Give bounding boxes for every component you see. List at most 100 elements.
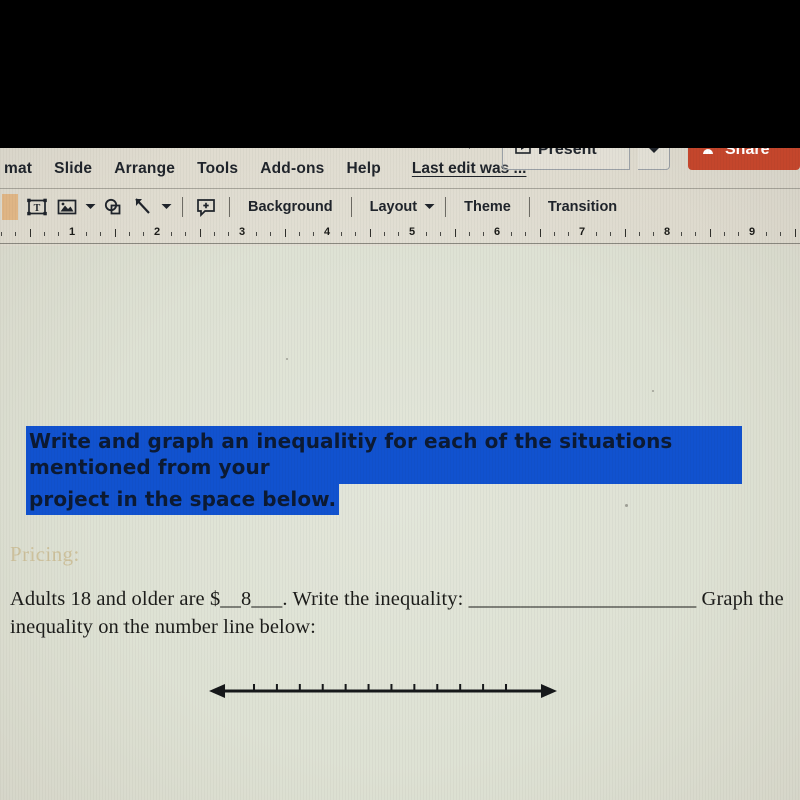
- ruler-tick: [624, 229, 626, 237]
- image-icon[interactable]: [53, 193, 81, 221]
- toolbar-divider: [182, 196, 183, 217]
- ruler-track: 1 2 3 4 5 6 7 8 9: [0, 224, 800, 243]
- ruler-number: 8: [663, 226, 671, 238]
- ruler-tick: [553, 232, 555, 236]
- ruler-tick: [256, 232, 258, 236]
- ruler-tick: [114, 229, 116, 237]
- ruler-tick: [511, 232, 513, 236]
- transition-button[interactable]: Transition: [539, 199, 626, 215]
- toolbar-divider-2: [229, 196, 230, 217]
- ruler-tick: [539, 229, 541, 237]
- ruler-tick: [15, 232, 17, 236]
- menu-item-slide[interactable]: Slide: [43, 156, 103, 182]
- toolbar-divider-5: [528, 196, 530, 217]
- ruler-tick: [227, 232, 229, 236]
- ruler-tick: [638, 232, 640, 236]
- photo-of-screen: mat Slide Arrange Tools Add-ons Help Las…: [0, 0, 800, 800]
- ruler-number: 6: [493, 226, 501, 238]
- slide-body-text[interactable]: Adults 18 and older are $__8___. Write t…: [10, 586, 792, 642]
- ruler-tick: [43, 232, 45, 236]
- ruler-tick: [780, 232, 782, 236]
- slide-canvas[interactable]: Write and graph an inequalitiy for each …: [0, 246, 800, 800]
- comment-icon[interactable]: [192, 193, 220, 221]
- pricing-heading: Pricing:: [10, 542, 80, 566]
- ruler-tick: [369, 229, 371, 237]
- ruler-tick: [525, 232, 527, 236]
- ruler-tick: [171, 232, 173, 236]
- ruler-tick: [86, 232, 88, 236]
- letterbox-top: [0, 0, 800, 148]
- ruler-tick: [610, 232, 612, 236]
- ruler-number: 2: [153, 226, 161, 238]
- body-blank: ______________________: [468, 588, 697, 610]
- ruler-tick: [681, 232, 683, 236]
- number-line-graphic: [209, 684, 557, 698]
- ruler-tick: [695, 232, 697, 236]
- slide-title-line-2: project in the space below.: [26, 483, 340, 516]
- ruler-tick: [142, 232, 144, 236]
- shape-icon[interactable]: [99, 193, 127, 221]
- line-dropdown-caret[interactable]: [159, 193, 173, 221]
- toolbar-selection-highlight: [2, 193, 18, 220]
- toolbar: T Background Layout Theme Transition: [0, 188, 800, 224]
- ruler-tick: [128, 232, 130, 236]
- toolbar-divider-4: [445, 196, 447, 217]
- layout-dropdown-caret[interactable]: [422, 193, 436, 221]
- ruler-number: 1: [68, 226, 76, 238]
- ruler-number: 5: [408, 226, 416, 238]
- number-line[interactable]: [208, 674, 558, 708]
- number-line-right-arrow: [541, 684, 557, 698]
- ruler-number: 3: [238, 226, 246, 238]
- body-line-2: inequality on the number line below:: [10, 615, 316, 638]
- image-dropdown-caret[interactable]: [83, 193, 97, 221]
- body-part-2: Graph the: [696, 588, 784, 610]
- computer-screen: mat Slide Arrange Tools Add-ons Help Las…: [0, 128, 800, 800]
- ruler-tick: [312, 232, 314, 236]
- menu-item-tools[interactable]: Tools: [186, 156, 249, 182]
- ruler-tick: [284, 229, 286, 237]
- horizontal-ruler[interactable]: 1 2 3 4 5 6 7 8 9: [0, 224, 800, 244]
- ruler-tick: [355, 232, 357, 236]
- ruler-tick: [341, 232, 343, 236]
- ruler-number: 7: [578, 226, 586, 238]
- number-line-left-arrow: [209, 684, 225, 698]
- ruler-tick: [454, 229, 456, 237]
- svg-text:T: T: [34, 203, 41, 214]
- ruler-tick: [596, 232, 598, 236]
- ruler-tick: [567, 232, 569, 236]
- menu-item-add-ons[interactable]: Add-ons: [249, 156, 335, 182]
- slide-title-line-1: Write and graph an inequalitiy for each …: [26, 426, 742, 484]
- menu-item-help[interactable]: Help: [336, 156, 392, 182]
- ruler-tick: [57, 232, 59, 236]
- ruler-tick: [270, 232, 272, 236]
- ruler-tick: [652, 232, 654, 236]
- line-icon[interactable]: [129, 193, 157, 221]
- ruler-number: 9: [748, 226, 756, 238]
- ruler-tick: [723, 232, 725, 236]
- ruler-tick: [426, 232, 428, 236]
- body-part-1: Adults 18 and older are $__8___. Write t…: [10, 588, 469, 610]
- theme-button[interactable]: Theme: [455, 199, 520, 215]
- slide-title-textbox[interactable]: Write and graph an inequalitiy for each …: [26, 426, 742, 516]
- ruler-tick: [397, 232, 399, 236]
- ruler-number: 4: [323, 226, 331, 238]
- ruler-tick: [440, 232, 442, 236]
- toolbar-divider-3: [350, 196, 352, 217]
- ruler-tick: [468, 232, 470, 236]
- text-box-icon[interactable]: T: [23, 193, 51, 221]
- background-button[interactable]: Background: [239, 199, 342, 215]
- layout-button[interactable]: Layout: [361, 199, 421, 215]
- ruler-tick: [794, 229, 796, 237]
- ruler-tick: [100, 232, 102, 236]
- ruler-tick: [29, 229, 31, 237]
- menu-item-format[interactable]: mat: [2, 156, 43, 182]
- menu-item-arrange[interactable]: Arrange: [103, 156, 186, 182]
- ruler-tick: [213, 232, 215, 236]
- ruler-tick: [1, 232, 3, 236]
- ruler-tick: [482, 232, 484, 236]
- ruler-tick: [298, 232, 300, 236]
- ruler-tick: [383, 232, 385, 236]
- ruler-tick: [766, 232, 768, 236]
- ruler-tick: [709, 229, 711, 237]
- ruler-tick: [199, 229, 201, 237]
